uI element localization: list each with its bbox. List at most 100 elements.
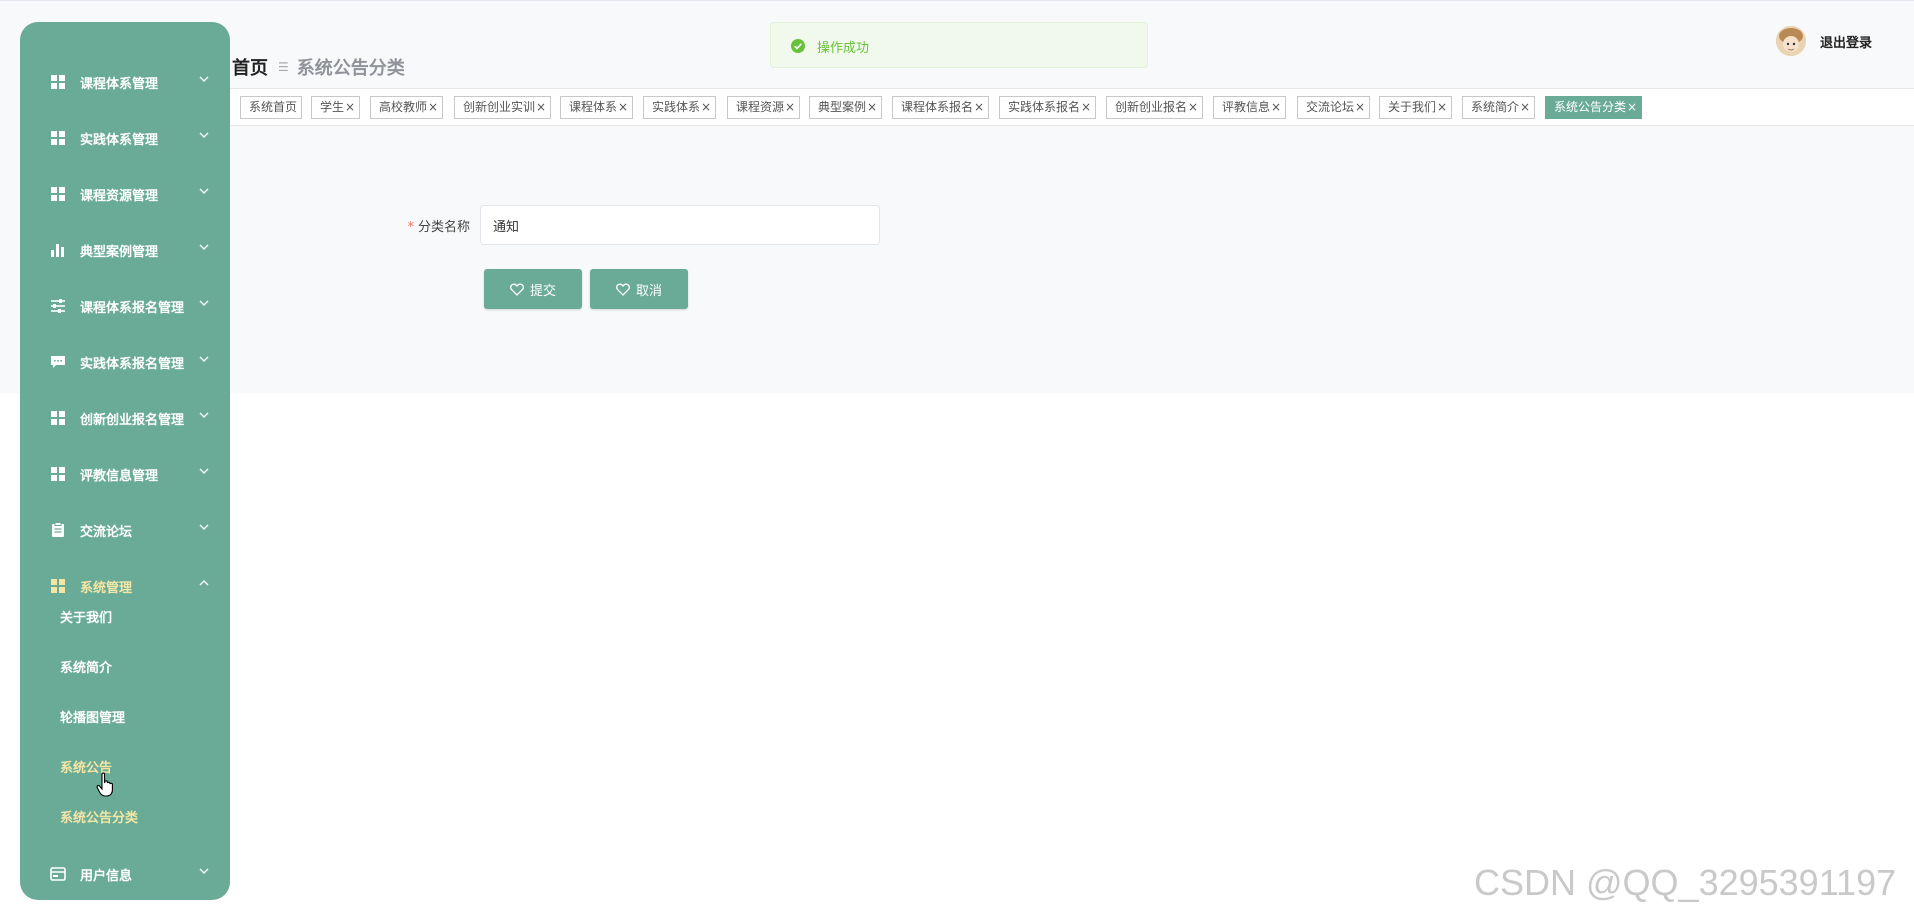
- tab-label: 创新创业报名: [1115, 100, 1188, 114]
- tab-label: 系统简介: [1471, 100, 1520, 114]
- chevron-up-icon: [199, 580, 209, 586]
- tab-close-icon[interactable]: ×: [1188, 100, 1198, 114]
- tab-12[interactable]: 交流论坛×: [1297, 96, 1371, 119]
- sidebar-item-forum[interactable]: 交流论坛: [20, 510, 230, 550]
- breadcrumb-current: 系统公告分类: [296, 58, 405, 79]
- tab-close-icon[interactable]: ×: [701, 100, 711, 114]
- tab-11[interactable]: 评教信息×: [1213, 96, 1287, 119]
- tab-close-icon[interactable]: ×: [1627, 100, 1637, 114]
- cancel-button-label: 取消: [635, 283, 662, 299]
- sidebar-item-label: 系统管理: [80, 581, 133, 596]
- tab-5[interactable]: 实践体系×: [643, 96, 717, 119]
- tab-label: 课程体系报名: [901, 100, 974, 114]
- breadcrumb-separator-icon: ☰: [278, 60, 289, 74]
- tab-7[interactable]: 典型案例×: [809, 96, 883, 119]
- tab-label: 典型案例: [818, 100, 867, 114]
- grid-icon: [51, 467, 65, 481]
- tab-close-icon[interactable]: ×: [536, 100, 546, 114]
- category-name-label-text: 分类名称: [417, 220, 470, 235]
- sidebar-item-practice-enrollment[interactable]: 实践体系报名管理: [20, 342, 230, 382]
- chevron-down-icon: [199, 244, 209, 250]
- bar-chart-icon: [51, 244, 64, 257]
- sidebar-item-innovation-enrollment[interactable]: 创新创业报名管理: [20, 398, 230, 438]
- tab-close-icon[interactable]: ×: [867, 100, 877, 114]
- sidebar-item-label: 课程体系报名管理: [80, 301, 185, 316]
- submenu-item-system-intro[interactable]: 系统简介: [60, 654, 112, 684]
- tab-label: 课程资源: [736, 100, 785, 114]
- tab-close-icon[interactable]: ×: [1437, 100, 1447, 114]
- watermark: CSDN @QQ_3295391197: [1474, 862, 1897, 903]
- chat-icon: [51, 356, 65, 368]
- clipboard-icon: [52, 522, 64, 537]
- tab-close-icon[interactable]: ×: [785, 100, 795, 114]
- success-check-icon: [791, 39, 805, 53]
- tab-label: 实践体系: [652, 100, 701, 114]
- sidebar-item-course-enrollment[interactable]: 课程体系报名管理: [20, 286, 230, 326]
- tab-10[interactable]: 创新创业报名×: [1106, 96, 1204, 119]
- chevron-down-icon: [199, 468, 209, 474]
- chevron-down-icon: [199, 188, 209, 194]
- tab-close-icon[interactable]: ×: [618, 100, 628, 114]
- tab-6[interactable]: 课程资源×: [727, 96, 801, 119]
- tab-8[interactable]: 课程体系报名×: [892, 96, 990, 119]
- chevron-down-icon: [199, 300, 209, 306]
- sidebar-item-label: 课程资源管理: [80, 189, 159, 204]
- tab-close-icon[interactable]: ×: [974, 100, 984, 114]
- tab-close-icon[interactable]: ×: [345, 100, 355, 114]
- sidebar-item-label: 交流论坛: [80, 525, 133, 540]
- tab-15[interactable]: 系统公告分类×: [1545, 96, 1643, 119]
- chevron-down-icon: [199, 524, 209, 530]
- tab-14[interactable]: 系统简介×: [1462, 96, 1536, 119]
- success-toast: 操作成功: [770, 22, 1148, 68]
- tab-13[interactable]: 关于我们×: [1379, 96, 1453, 119]
- tab-0[interactable]: 系统首页: [240, 96, 303, 119]
- avatar[interactable]: [1776, 26, 1806, 56]
- submit-button-label: 提交: [529, 283, 556, 299]
- grid-icon: [51, 131, 65, 145]
- heart-icon: [616, 283, 630, 296]
- sidebar-item-evaluation[interactable]: 评教信息管理: [20, 454, 230, 494]
- tab-close-icon[interactable]: ×: [1081, 100, 1091, 114]
- sliders-icon: [51, 299, 65, 313]
- logout-button[interactable]: 退出登录: [1820, 32, 1872, 51]
- breadcrumb-home[interactable]: 首页: [232, 54, 268, 80]
- tab-2[interactable]: 高校教师×: [370, 96, 444, 119]
- hand-cursor-icon: [96, 772, 113, 797]
- sidebar-item-course-system[interactable]: 课程体系管理: [20, 62, 230, 102]
- required-mark: *: [407, 220, 414, 235]
- tab-9[interactable]: 实践体系报名×: [999, 96, 1097, 119]
- cancel-button[interactable]: 取消: [590, 269, 688, 309]
- sidebar-item-label: 典型案例管理: [80, 245, 159, 260]
- card-icon: [50, 867, 66, 881]
- grid-icon: [51, 411, 65, 425]
- category-name-input[interactable]: [480, 205, 880, 245]
- sidebar-item-practice-system[interactable]: 实践体系管理: [20, 118, 230, 158]
- tab-close-icon[interactable]: ×: [1271, 100, 1281, 114]
- tab-label: 高校教师: [379, 100, 428, 114]
- grid-icon: [51, 187, 65, 201]
- tab-label: 学生: [320, 100, 345, 114]
- tab-label: 评教信息: [1222, 100, 1271, 114]
- tab-4[interactable]: 课程体系×: [560, 96, 634, 119]
- submenu-item-carousel[interactable]: 轮播图管理: [60, 704, 125, 734]
- tab-close-icon[interactable]: ×: [1355, 100, 1365, 114]
- sidebar-item-course-resources[interactable]: 课程资源管理: [20, 174, 230, 214]
- submenu-item-about-us[interactable]: 关于我们: [60, 604, 112, 634]
- tab-close-icon[interactable]: ×: [1520, 100, 1530, 114]
- tab-1[interactable]: 学生×: [311, 96, 361, 119]
- submenu-item-announcement-categories[interactable]: 系统公告分类: [60, 804, 138, 834]
- tab-label: 实践体系报名: [1008, 100, 1081, 114]
- chevron-down-icon: [199, 76, 209, 82]
- tab-close-icon[interactable]: ×: [428, 100, 438, 114]
- sidebar-item-user-info[interactable]: 用户信息: [20, 854, 230, 894]
- tab-label: 课程体系: [569, 100, 618, 114]
- sidebar-item-system-management[interactable]: 系统管理: [20, 566, 230, 606]
- sidebar-item-typical-cases[interactable]: 典型案例管理: [20, 230, 230, 270]
- tab-3[interactable]: 创新创业实训×: [454, 96, 552, 119]
- sidebar-item-label: 实践体系报名管理: [80, 357, 185, 372]
- sidebar-item-label: 课程体系管理: [80, 77, 159, 92]
- chevron-down-icon: [199, 412, 209, 418]
- submit-button[interactable]: 提交: [484, 269, 582, 309]
- tab-label: 关于我们: [1388, 100, 1437, 114]
- avatar-image: [1776, 26, 1806, 56]
